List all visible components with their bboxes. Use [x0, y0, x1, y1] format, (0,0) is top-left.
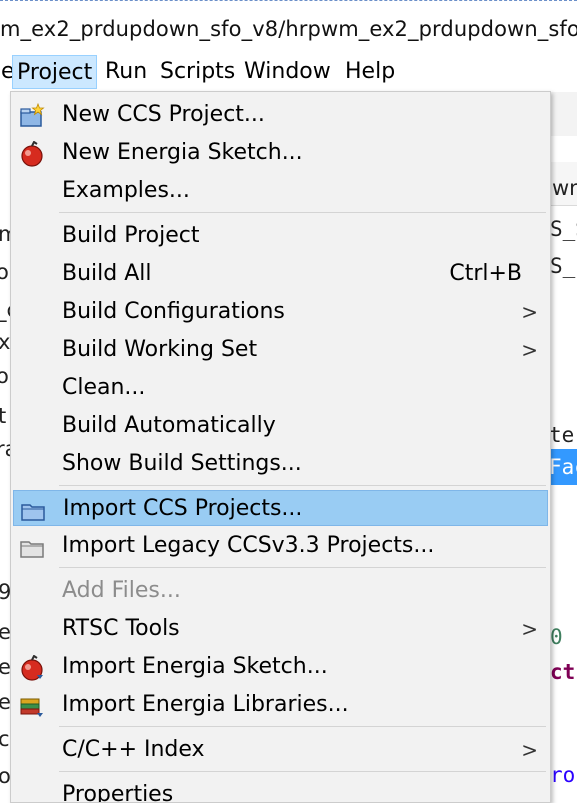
menu-item-build-project[interactable]: Build Project [13, 218, 548, 254]
energia-sketch-icon [19, 140, 45, 167]
menu-item-label: New CCS Project... [62, 102, 265, 127]
menu-item-show-build-settings[interactable]: Show Build Settings... [13, 446, 548, 482]
menu-item-label: Build All [62, 261, 152, 286]
bg-fragment: ct [550, 660, 576, 684]
library-books-icon [19, 693, 45, 719]
menu-run[interactable]: Run [101, 55, 151, 89]
new-project-icon [19, 102, 45, 129]
menu-separator [59, 485, 546, 486]
submenu-arrow-icon: > [521, 617, 538, 641]
menu-separator [59, 567, 546, 568]
menu-item-label: Import Energia Sketch... [62, 654, 328, 679]
menu-separator [59, 771, 546, 772]
menu-item-label: Import Legacy CCSv3.3 Projects... [62, 533, 435, 558]
submenu-arrow-icon: > [521, 300, 538, 324]
menu-project[interactable]: Project [12, 55, 98, 89]
bg-fragment: S_S [550, 217, 577, 241]
window-title-bar: m_ex2_prdupdown_sfo_v8/hrpwm_ex2_prdupdo… [0, 0, 577, 52]
menu-item-import-energia-libraries[interactable]: Import Energia Libraries... [13, 687, 548, 723]
menu-help[interactable]: Help [341, 55, 399, 89]
submenu-arrow-icon: > [521, 338, 538, 362]
menu-item-build-working-set[interactable]: Build Working Set > [13, 332, 548, 368]
bg-fragment: te [549, 423, 575, 447]
menu-item-clean[interactable]: Clean... [13, 370, 548, 406]
menu-item-label: Clean... [62, 375, 146, 400]
menubar: e Project Run Scripts Window Help [0, 52, 577, 92]
shortcut-text: Ctrl+B [449, 261, 522, 286]
menu-item-import-energia-sketch[interactable]: Import Energia Sketch... [13, 649, 548, 685]
menu-item-label: RTSC Tools [62, 616, 180, 641]
menu-separator [59, 212, 546, 213]
menu-item-label: C/C++ Index [62, 737, 205, 762]
bg-fragment: t [0, 404, 7, 428]
menu-item-label: Build Project [62, 223, 200, 248]
bg-fragment: 0 [550, 625, 563, 649]
menu-separator [59, 726, 546, 727]
menu-item-label: Show Build Settings... [62, 451, 302, 476]
menu-item-cpp-index[interactable]: C/C++ Index > [13, 732, 548, 768]
import-legacy-folder-icon [19, 534, 45, 560]
energia-sketch-icon [19, 654, 45, 681]
menu-window[interactable]: Window [240, 55, 335, 89]
menu-item-label: Build Automatically [62, 413, 276, 438]
bg-fragment: ro [550, 763, 576, 787]
project-menu: New CCS Project... New Energia Sketch...… [10, 91, 551, 803]
window-title: m_ex2_prdupdown_sfo_v8/hrpwm_ex2_prdupdo… [0, 17, 577, 41]
menu-item-import-ccs-projects[interactable]: Import CCS Projects... [13, 490, 548, 526]
menu-scripts[interactable]: Scripts [156, 55, 239, 89]
menu-item-properties[interactable]: Properties [13, 777, 548, 803]
menu-item-label: Examples... [62, 178, 190, 203]
menu-item-new-ccs-project[interactable]: New CCS Project... [13, 97, 548, 133]
menu-item-label: Import CCS Projects... [63, 496, 303, 521]
menu-item-label: Properties [62, 782, 174, 803]
menu-item-rtsc-tools[interactable]: RTSC Tools > [13, 611, 548, 647]
menu-item-add-files: Add Files... [13, 573, 548, 609]
menu-item-import-legacy-projects[interactable]: Import Legacy CCSv3.3 Projects... [13, 528, 548, 564]
submenu-arrow-icon: > [521, 738, 538, 762]
menu-item-build-all[interactable]: Build All Ctrl+B [13, 256, 548, 292]
menu-item-label: New Energia Sketch... [62, 140, 303, 165]
menu-item-build-configurations[interactable]: Build Configurations > [13, 294, 548, 330]
menu-item-label: Add Files... [62, 578, 181, 603]
menu-item-label: Import Energia Libraries... [62, 692, 349, 717]
menu-item-label: Build Working Set [62, 337, 258, 362]
bg-fragment: c [0, 727, 10, 751]
bg-fragment: Fac [549, 455, 577, 479]
bg-fragment: wn_ [552, 176, 577, 200]
menu-item-examples[interactable]: Examples... [13, 173, 548, 209]
menu-item-build-automatically[interactable]: Build Automatically [13, 408, 548, 444]
menu-item-new-energia-sketch[interactable]: New Energia Sketch... [13, 135, 548, 171]
bg-fragment: x [0, 330, 11, 354]
bg-fragment: S_ [550, 254, 576, 278]
menu-item-label: Build Configurations [62, 299, 285, 324]
import-folder-icon [20, 497, 46, 523]
